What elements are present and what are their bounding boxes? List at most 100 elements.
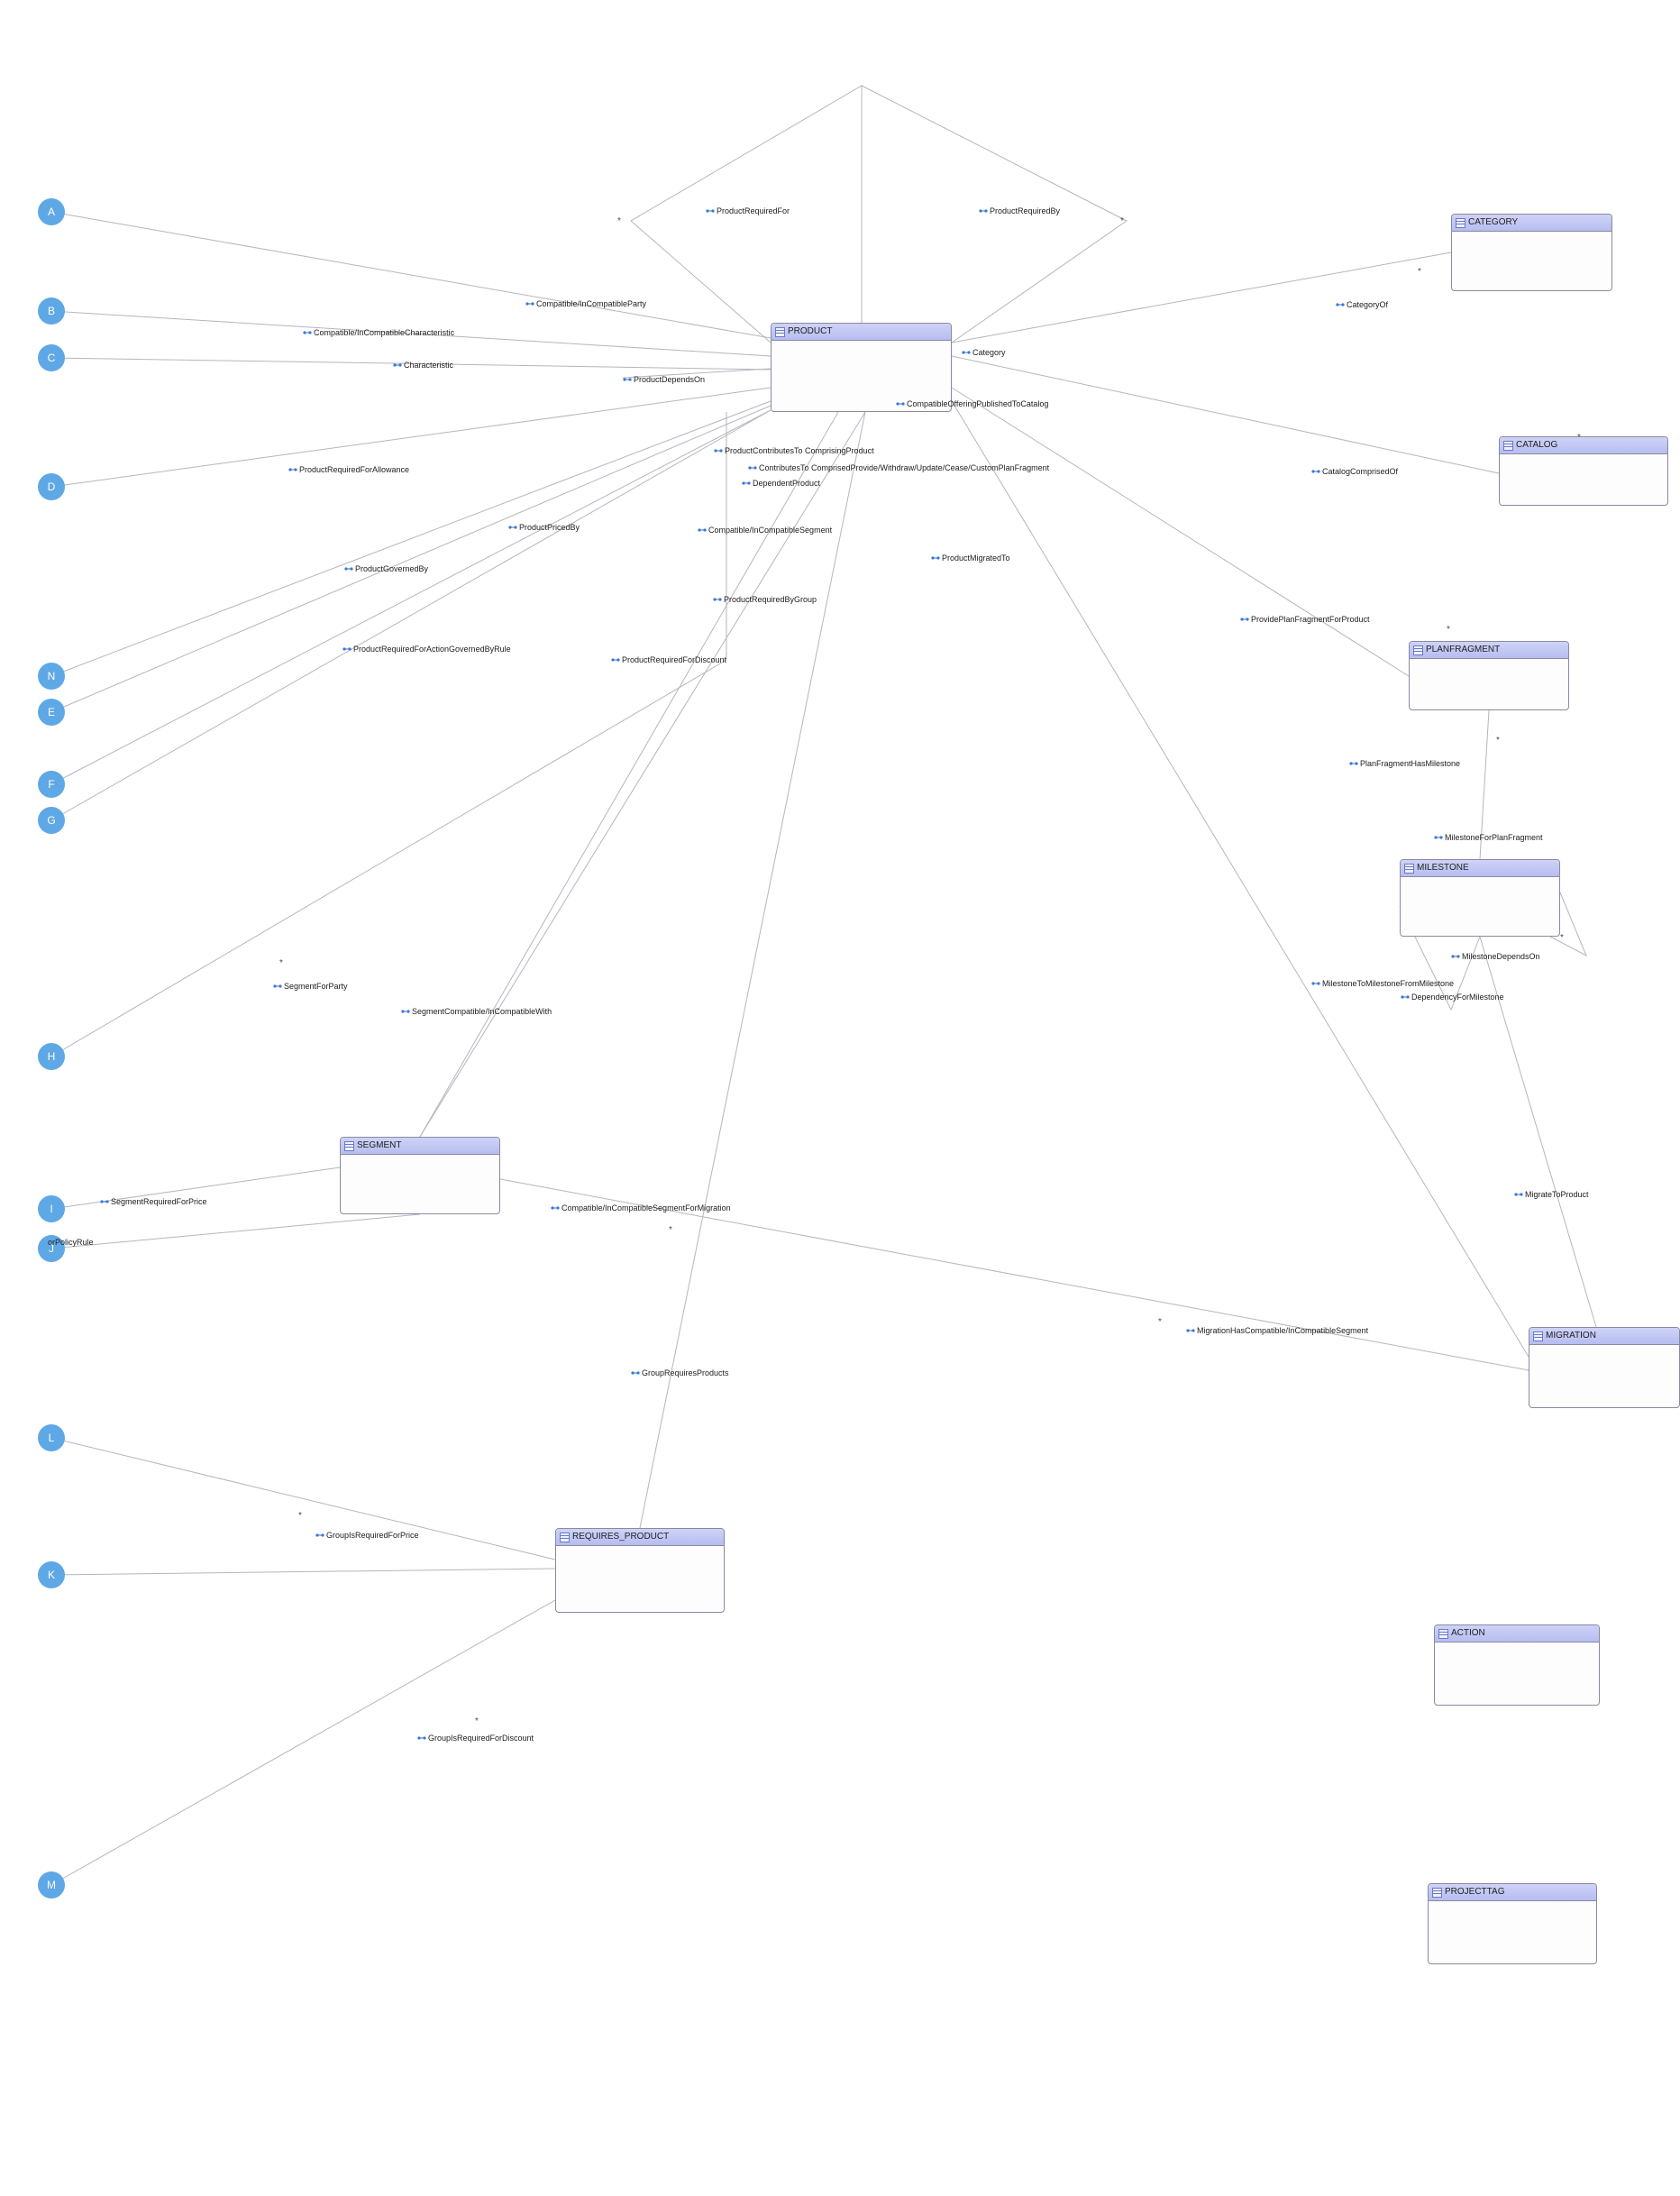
edge <box>51 401 771 676</box>
entity-migration[interactable]: MIGRATION <box>1529 1327 1680 1408</box>
relationship-label[interactable]: ProductRequiredBy <box>979 206 1060 215</box>
relationship-label[interactable]: ProductGovernedBy <box>344 564 428 573</box>
anchor-bullet-B[interactable]: B <box>38 297 65 325</box>
entity-requires_product[interactable]: REQUIRES_PRODUCT <box>555 1528 725 1613</box>
relationship-label[interactable]: GroupIsRequiredForPrice <box>315 1531 419 1540</box>
entity-projecttag[interactable]: PROJECTTAG <box>1428 1883 1597 1964</box>
edge <box>952 388 1409 676</box>
relationship-label[interactable]: Compatible/InCompatibleSegmentForMigrati… <box>551 1203 731 1212</box>
anchor-bullet-L[interactable]: L <box>38 1424 65 1451</box>
entity-header[interactable]: SEGMENT <box>341 1138 499 1155</box>
relationship-text: ProvidePlanFragmentForProduct <box>1251 615 1370 624</box>
anchor-bullet-N[interactable]: N <box>38 663 65 690</box>
edge <box>51 412 726 1057</box>
table-icon <box>344 1141 354 1151</box>
edge <box>420 412 838 1137</box>
relationship-label[interactable]: orPolicyRule <box>48 1238 94 1247</box>
relationship-label[interactable]: ProductRequiredByGroup <box>713 595 817 604</box>
entity-header[interactable]: CATALOG <box>1500 437 1667 454</box>
entity-header[interactable]: ACTION <box>1435 1625 1599 1642</box>
multiplicity-star: * <box>475 1716 479 1726</box>
relationship-text: ProductContributesTo ComprisingProduct <box>725 446 874 455</box>
anchor-bullet-M[interactable]: M <box>38 1871 65 1899</box>
relationship-label[interactable]: GroupIsRequiredForDiscount <box>417 1734 534 1743</box>
relationship-label[interactable]: ProvidePlanFragmentForProduct <box>1240 615 1370 624</box>
anchor-bullet-D[interactable]: D <box>38 473 65 500</box>
relationship-label[interactable]: Compatible/InCompatibleCharacteristic <box>303 328 454 337</box>
edge <box>51 212 771 338</box>
relationship-label[interactable]: SegmentCompatible/InCompatibleWith <box>401 1007 552 1016</box>
relationship-icon <box>551 1204 560 1212</box>
relationship-text: Characteristic <box>404 361 453 370</box>
anchor-bullet-C[interactable]: C <box>38 344 65 371</box>
table-icon <box>1404 864 1414 874</box>
entity-category[interactable]: CATEGORY <box>1451 214 1612 291</box>
entity-header[interactable]: MILESTONE <box>1401 860 1559 877</box>
relationship-label[interactable]: ProductRequiredFor <box>706 206 790 215</box>
relationship-label[interactable]: Characteristic <box>393 361 453 370</box>
relationship-label[interactable]: Compatible/InCompatibleSegment <box>698 526 832 535</box>
relationship-label[interactable]: MilestoneToMilestoneFromMilestone <box>1311 979 1454 988</box>
entity-header[interactable]: CATEGORY <box>1452 215 1612 232</box>
anchor-bullet-A[interactable]: A <box>38 198 65 225</box>
entity-header[interactable]: PROJECTTAG <box>1429 1884 1596 1901</box>
relationship-label[interactable]: DependencyForMilestone <box>1401 993 1504 1002</box>
anchor-bullet-G[interactable]: G <box>38 807 65 834</box>
entity-header[interactable]: MIGRATION <box>1529 1328 1679 1345</box>
relationship-icon <box>393 361 402 369</box>
relationship-label[interactable]: Category <box>962 348 1006 357</box>
relationship-label[interactable]: CatalogComprisedOf <box>1311 467 1398 476</box>
relationship-label[interactable]: ProductRequiredForDiscount <box>611 655 726 664</box>
relationship-label[interactable]: MilestoneForPlanFragment <box>1434 833 1543 842</box>
relationship-label[interactable]: CategoryOf <box>1336 300 1388 309</box>
relationship-label[interactable]: GroupRequiresProducts <box>631 1368 729 1377</box>
relationship-label[interactable]: SegmentForParty <box>273 982 348 991</box>
relationship-label[interactable]: ProductRequiredForActionGovernedByRule <box>342 645 511 654</box>
entity-planfragment[interactable]: PLANFRAGMENT <box>1409 641 1569 710</box>
relationship-label[interactable]: PlanFragmentHasMilestone <box>1349 759 1460 768</box>
entity-header[interactable]: PRODUCT <box>772 324 951 341</box>
entity-segment[interactable]: SEGMENT <box>340 1137 500 1214</box>
entity-header[interactable]: PLANFRAGMENT <box>1410 642 1568 659</box>
anchor-bullet-K[interactable]: K <box>38 1561 65 1588</box>
relationship-icon <box>1311 468 1320 475</box>
relationship-label[interactable]: SegmentRequiredForPrice <box>100 1197 207 1206</box>
entity-title: MILESTONE <box>1417 861 1469 875</box>
relationship-icon <box>342 645 352 653</box>
relationship-label[interactable]: Compatible/InCompatibleParty <box>525 299 646 308</box>
relationship-text: MilestoneForPlanFragment <box>1445 833 1543 842</box>
relationship-label[interactable]: ProductDependsOn <box>623 375 705 384</box>
relationship-label[interactable]: ProductContributesTo ComprisingProduct <box>714 446 874 455</box>
relationship-label[interactable]: ContributesTo ComprisedProvide/Withdraw/… <box>748 463 1049 472</box>
relationship-icon <box>1240 616 1249 623</box>
entity-milestone[interactable]: MILESTONE <box>1400 859 1560 937</box>
entity-action[interactable]: ACTION <box>1434 1624 1600 1706</box>
anchor-bullet-H[interactable]: H <box>38 1043 65 1070</box>
edge <box>420 412 865 1137</box>
table-icon <box>775 327 785 337</box>
edge <box>51 1214 420 1249</box>
relationship-label[interactable]: ProductRequiredForAllowance <box>288 465 409 474</box>
entity-header[interactable]: REQUIRES_PRODUCT <box>556 1529 724 1546</box>
relationship-icon <box>1514 1191 1523 1198</box>
relationship-label[interactable]: MilestoneDependsOn <box>1451 952 1540 961</box>
relationship-icon <box>288 466 297 473</box>
relationship-icon <box>714 447 723 454</box>
relationship-label[interactable]: ProductPricedBy <box>508 523 580 532</box>
relationship-label[interactable]: MigrationHasCompatible/InCompatibleSegme… <box>1186 1326 1368 1335</box>
relationship-label[interactable]: MigrateToProduct <box>1514 1190 1589 1199</box>
anchor-bullet-F[interactable]: F <box>38 771 65 798</box>
anchor-bullet-I[interactable]: I <box>38 1195 65 1222</box>
multiplicity-star: * <box>1577 433 1581 443</box>
relationship-icon <box>525 300 534 307</box>
relationship-icon <box>706 207 715 215</box>
anchor-bullet-E[interactable]: E <box>38 699 65 726</box>
relationship-text: ContributesTo ComprisedProvide/Withdraw/… <box>759 463 1049 472</box>
relationship-text: ProductRequiredFor <box>717 206 790 215</box>
relationship-label[interactable]: DependentProduct <box>742 479 820 488</box>
relationship-icon <box>1336 301 1345 308</box>
entity-catalog[interactable]: CATALOG <box>1499 436 1668 506</box>
relationship-label[interactable]: ProductMigratedTo <box>931 554 1010 563</box>
relationship-label[interactable]: CompatibleOfferingPublishedToCatalog <box>896 399 1048 408</box>
entity-title: PRODUCT <box>788 325 832 339</box>
